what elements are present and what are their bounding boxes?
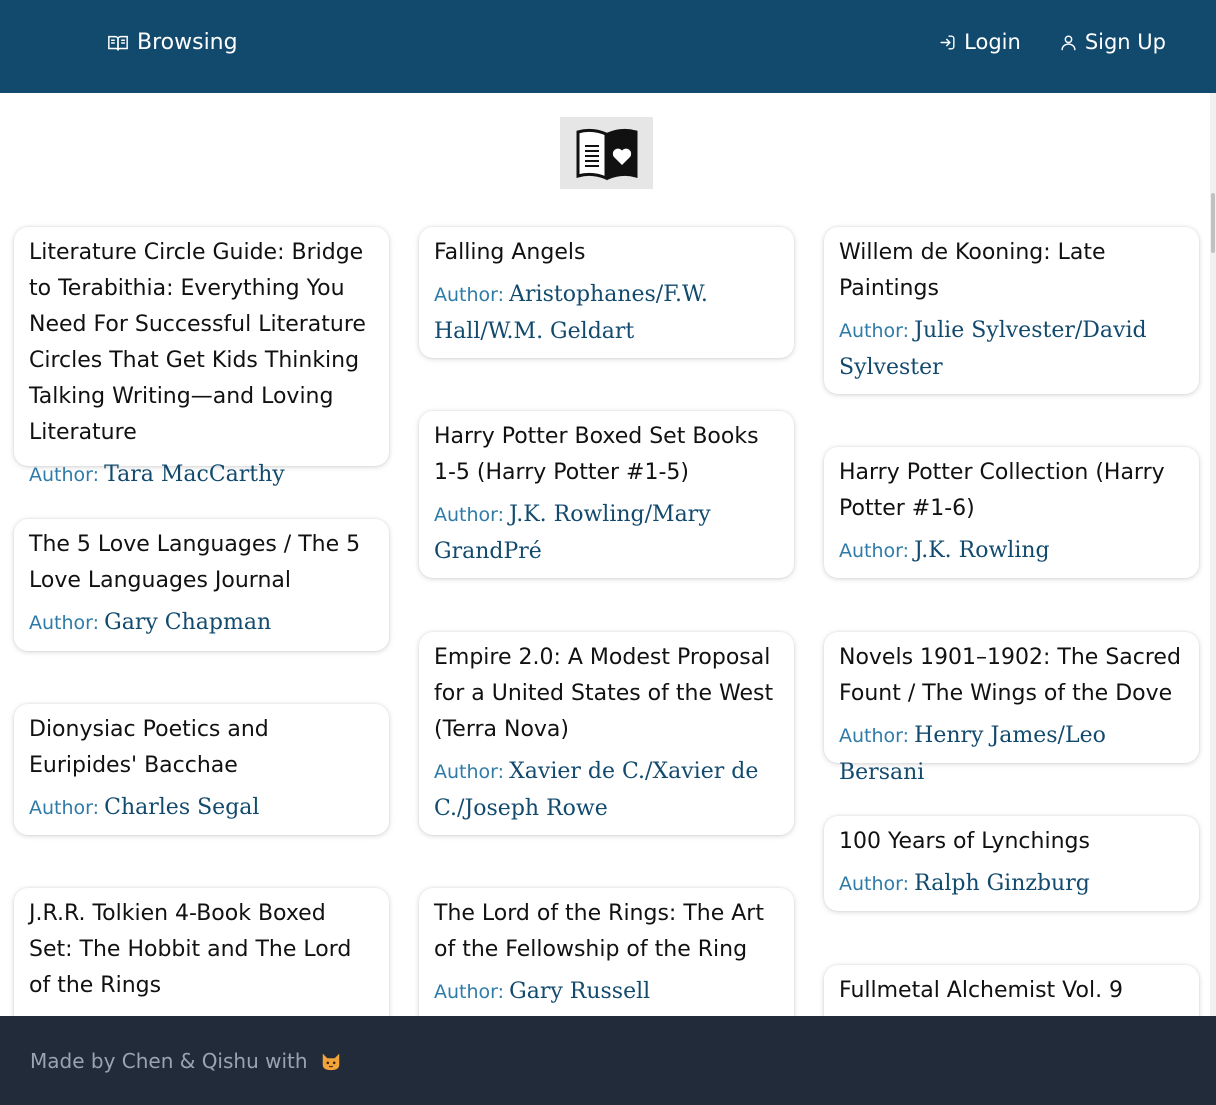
author-label: Author: (434, 761, 505, 783)
top-navbar: Browsing Login Sign Up (0, 0, 1216, 93)
book-card[interactable]: Dionysiac Poetics and Euripides' Bacchae… (14, 704, 389, 835)
login-label: Login (964, 30, 1021, 54)
page-footer: Made by Chen & Qishu with (0, 1016, 1216, 1105)
book-title: Willem de Kooning: Late Paintings (839, 240, 1106, 301)
book-title: Fullmetal Alchemist Vol. 9 (839, 978, 1124, 1003)
book-card[interactable]: Empire 2.0: A Modest Proposal for a Unit… (419, 632, 794, 835)
book-author: Author: Charles Segal (29, 790, 374, 827)
book-title: J.R.R. Tolkien 4-Book Boxed Set: The Hob… (29, 901, 352, 998)
author-name: Tara MacCarthy (104, 462, 285, 487)
author-name: J.K. Rowling (914, 538, 1050, 563)
site-logo (560, 117, 653, 189)
book-title: Novels 1901–1902: The Sacred Fount / The… (839, 645, 1181, 706)
browsing-label: Browsing (137, 30, 238, 55)
signup-link[interactable]: Sign Up (1059, 30, 1166, 54)
author-name: Charles Segal (104, 795, 260, 820)
book-card[interactable]: 100 Years of Lynchings Author: Ralph Gin… (824, 816, 1199, 911)
author-label: Author: (434, 981, 505, 1003)
author-label: Author: (434, 284, 505, 306)
author-label: Author: (29, 797, 100, 819)
book-card[interactable]: Falling Angels Author: Aristophanes/F.W.… (419, 227, 794, 358)
book-title: Harry Potter Collection (Harry Potter #1… (839, 460, 1165, 521)
book-author: Author: Julie Sylvester/David Sylvester (839, 313, 1184, 387)
login-arrow-icon (940, 34, 955, 50)
book-card[interactable]: Literature Circle Guide: Bridge to Terab… (14, 227, 389, 487)
book-card[interactable]: Willem de Kooning: Late Paintings Author… (824, 227, 1199, 394)
login-link[interactable]: Login (938, 30, 1021, 54)
author-label: Author: (839, 873, 910, 895)
book-title: Literature Circle Guide: Bridge to Terab… (29, 240, 366, 445)
book-author: Author: Xavier de C./Xavier de C./Joseph… (434, 754, 779, 828)
page-scrollbar[interactable] (1210, 93, 1216, 1016)
author-label: Author: (839, 725, 910, 747)
book-title: Empire 2.0: A Modest Proposal for a Unit… (434, 645, 774, 742)
book-author: Author: Gary Chapman (29, 605, 374, 642)
book-author: Author: Gary Russell (434, 974, 779, 1011)
auth-links: Login Sign Up (938, 30, 1166, 54)
author-label: Author: (839, 320, 910, 342)
author-name: Ralph Ginzburg (914, 871, 1090, 896)
book-card[interactable]: Harry Potter Collection (Harry Potter #1… (824, 447, 1199, 578)
book-card[interactable]: Novels 1901–1902: The Sacred Fount / The… (824, 632, 1199, 785)
book-title: 100 Years of Lynchings (839, 829, 1090, 854)
book-title: Dionysiac Poetics and Euripides' Bacchae (29, 717, 269, 778)
book-title: Falling Angels (434, 240, 586, 265)
book-card[interactable]: Harry Potter Boxed Set Books 1-5 (Harry … (419, 411, 794, 578)
book-author: Author: Ralph Ginzburg (839, 866, 1184, 903)
open-book-icon (108, 35, 128, 50)
author-label: Author: (839, 540, 910, 562)
footer-credit: Made by Chen & Qishu with (30, 1048, 308, 1073)
book-author: Author: J.K. Rowling/Mary GrandPré (434, 497, 779, 571)
book-card[interactable]: The 5 Love Languages / The 5 Love Langua… (14, 519, 389, 651)
book-author: Author: J.K. Rowling (839, 533, 1184, 570)
signup-label: Sign Up (1084, 30, 1166, 54)
scrollbar-thumb[interactable] (1211, 193, 1215, 253)
author-name: Gary Russell (509, 979, 651, 1004)
author-label: Author: (434, 504, 505, 526)
book-title: Harry Potter Boxed Set Books 1-5 (Harry … (434, 424, 759, 485)
author-name: Gary Chapman (104, 610, 272, 635)
book-author: Author: Aristophanes/F.W. Hall/W.M. Geld… (434, 277, 779, 351)
browsing-link[interactable]: Browsing (107, 30, 238, 55)
author-label: Author: (29, 612, 100, 634)
book-author: Author: Tara MacCarthy (29, 457, 374, 494)
cat-face-icon (322, 1053, 339, 1070)
book-heart-logo (576, 128, 637, 181)
book-title: The Lord of the Rings: The Art of the Fe… (434, 901, 764, 962)
author-label: Author: (29, 464, 100, 486)
book-title: The 5 Love Languages / The 5 Love Langua… (29, 532, 361, 593)
book-author: Author: Henry James/Leo Bersani (839, 718, 1184, 792)
user-icon (1061, 34, 1076, 50)
